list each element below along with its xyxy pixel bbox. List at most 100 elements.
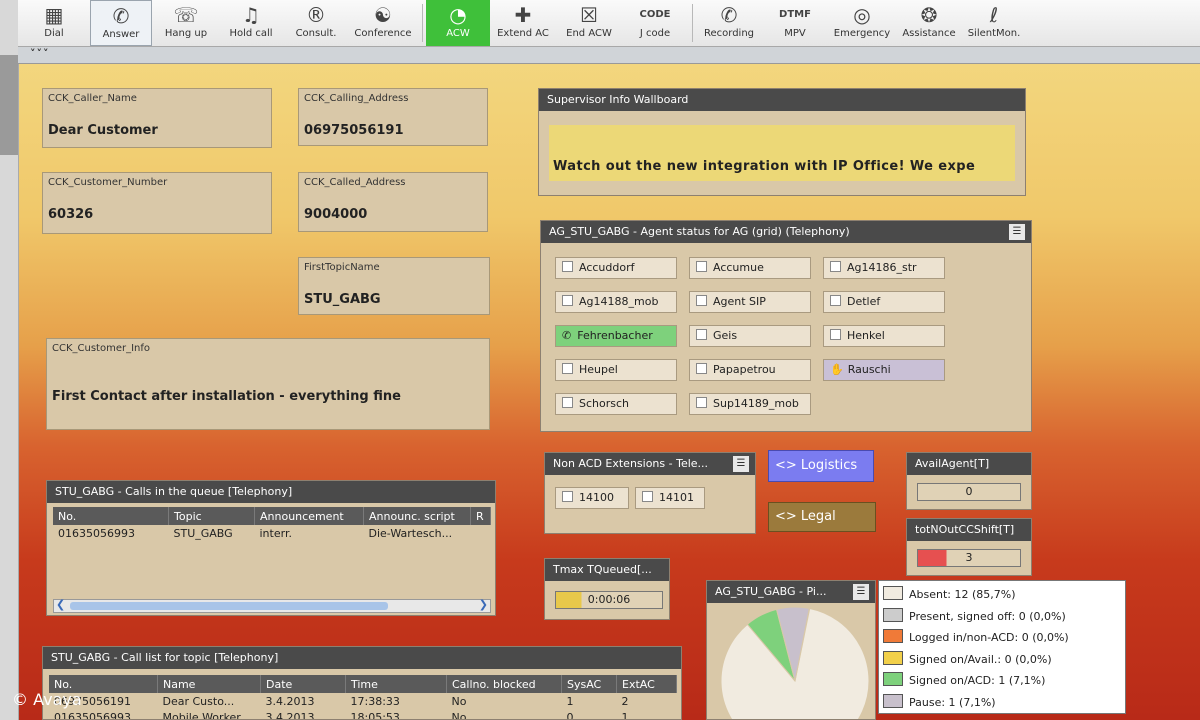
- wallboard-title: Supervisor Info Wallboard: [539, 89, 1025, 111]
- code-icon: CODE: [639, 9, 671, 20]
- calls-in-queue-widget: STU_GABG - Calls in the queue [Telephony…: [46, 480, 496, 616]
- dial-button[interactable]: ▦ Dial: [18, 0, 90, 46]
- agent-henkel[interactable]: Henkel: [823, 325, 945, 347]
- hold-call-button[interactable]: ♫ Hold call: [218, 0, 284, 46]
- non-acd-header: Non ACD Extensions - Tele... ☰: [545, 453, 755, 475]
- conference-button[interactable]: ☯ Conference: [348, 0, 418, 46]
- agent-detlef[interactable]: Detlef: [823, 291, 945, 313]
- avail-agent-widget: AvailAgent[T] 0: [906, 452, 1032, 510]
- left-edge-strip: [0, 0, 19, 720]
- logistics-topic-button[interactable]: <> Logistics: [768, 450, 874, 482]
- col-topic[interactable]: Topic: [168, 507, 255, 525]
- assistance-icon: ❂: [920, 3, 938, 27]
- col-extac[interactable]: ExtAC: [616, 675, 677, 693]
- table-row[interactable]: 01635056993 STU_GABG interr. Die-Wartesc…: [53, 525, 491, 541]
- agent-agent-sip[interactable]: Agent SIP: [689, 291, 811, 313]
- queue-horizontal-scrollbar[interactable]: ❮ ❯: [53, 598, 491, 613]
- absent-status-icon: [696, 261, 707, 272]
- hangup-button[interactable]: ☏ Hang up: [154, 0, 218, 46]
- j-code-button[interactable]: CODE J code: [622, 0, 688, 46]
- scroll-left-icon[interactable]: ❮: [56, 598, 65, 611]
- pause-hand-icon: ✋: [830, 363, 844, 376]
- mpv-button[interactable]: DTMF MPV: [762, 0, 828, 46]
- legend-item-present-signed-off: Present, signed off: 0 (0,0%): [883, 606, 1121, 628]
- absent-status-icon: [642, 491, 653, 502]
- agent-sup14189-mob[interactable]: Sup14189_mob: [689, 393, 811, 415]
- agent-grid-title: AG_STU_GABG - Agent status for AG (grid)…: [549, 225, 850, 238]
- agent-ag14188-mob[interactable]: Ag14188_mob: [555, 291, 677, 313]
- caller-name-field: CCK_Caller_Name Dear Customer: [42, 88, 272, 148]
- agent-rauschi[interactable]: ✋ Rauschi: [823, 359, 945, 381]
- recording-button[interactable]: ✆ Recording: [696, 0, 762, 46]
- agent-papapetrou[interactable]: Papapetrou: [689, 359, 811, 381]
- agent-fehrenbacher[interactable]: ✆ Fehrenbacher: [555, 325, 677, 347]
- extend-ac-button[interactable]: ✚ Extend AC: [490, 0, 556, 46]
- scroll-right-icon[interactable]: ❯: [479, 598, 488, 611]
- agent-schorsch[interactable]: Schorsch: [555, 393, 677, 415]
- customer-number-field: CCK_Customer_Number 60326: [42, 172, 272, 234]
- answer-button[interactable]: ✆ Answer: [90, 0, 152, 46]
- agent-heupel[interactable]: Heupel: [555, 359, 677, 381]
- col-callno-blocked[interactable]: Callno. blocked: [446, 675, 562, 693]
- call-toolbar: ▦ Dial ✆ Answer ☏ Hang up ♫ Hold call ® …: [18, 0, 1200, 47]
- ear-icon: ℓ: [989, 3, 999, 27]
- avail-agent-title: AvailAgent[T]: [907, 453, 1031, 475]
- grid-menu-icon[interactable]: ☰: [853, 584, 869, 600]
- table-row[interactable]: 06975056191 Dear Custo... 3.4.2013 17:38…: [49, 693, 677, 709]
- absent-status-icon: [562, 491, 573, 502]
- pie-chart: [720, 606, 870, 719]
- left-scroll-handle[interactable]: [0, 55, 18, 155]
- col-no[interactable]: No.: [53, 507, 169, 525]
- extension-14100[interactable]: 14100: [555, 487, 629, 509]
- agent-grid-header: AG_STU_GABG - Agent status for AG (grid)…: [541, 221, 1031, 243]
- agent-ag14186-str[interactable]: Ag14186_str: [823, 257, 945, 279]
- consult-button[interactable]: ® Consult.: [284, 0, 348, 46]
- col-r[interactable]: R: [470, 507, 491, 525]
- acw-button[interactable]: ◔ ACW: [426, 0, 490, 46]
- col-time[interactable]: Time: [345, 675, 447, 693]
- queue-table-area: No. Topic Announcement Announc. script R…: [53, 507, 491, 599]
- toolbar-separator: [692, 4, 693, 42]
- col-announc-script[interactable]: Announc. script: [363, 507, 471, 525]
- first-topic-field: FirstTopicName STU_GABG: [298, 257, 490, 315]
- dtmf-icon: DTMF: [779, 9, 811, 20]
- agent-geis[interactable]: Geis: [689, 325, 811, 347]
- avail-agent-gauge: 0: [917, 483, 1021, 501]
- agent-accuddorf[interactable]: Accuddorf: [555, 257, 677, 279]
- legend-item-logged-in-non-acd: Logged in/non-ACD: 0 (0,0%): [883, 627, 1121, 649]
- grid-menu-icon[interactable]: ☰: [733, 456, 749, 472]
- extension-14101[interactable]: 14101: [635, 487, 705, 509]
- legal-topic-button[interactable]: <> Legal: [768, 502, 876, 532]
- toolbar-collapse-bar[interactable]: ˅˅˅: [18, 47, 1200, 64]
- phone-active-icon: ✆: [562, 329, 572, 342]
- legend-swatch: [883, 693, 903, 708]
- emergency-button[interactable]: ◎ Emergency: [828, 0, 896, 46]
- copyright-watermark: © Avaya: [12, 690, 82, 709]
- hangup-icon: ☏: [173, 3, 199, 27]
- extend-ac-icon: ✚: [514, 3, 532, 27]
- silent-monitor-button[interactable]: ℓ SilentMon.: [962, 0, 1026, 46]
- col-announcement[interactable]: Announcement: [254, 507, 364, 525]
- tmax-queued-widget: Tmax TQueued[... 0:00:06: [544, 558, 670, 620]
- lifebuoy-icon: ◎: [853, 3, 871, 27]
- col-date[interactable]: Date: [260, 675, 346, 693]
- called-address-field: CCK_Called_Address 9004000: [298, 172, 488, 232]
- end-acw-button[interactable]: ☒ End ACW: [556, 0, 622, 46]
- legend-item-signed-on-avail: Signed on/Avail.: 0 (0,0%): [883, 649, 1121, 671]
- assistance-button[interactable]: ❂ Assistance: [896, 0, 962, 46]
- agent-status-grid: AG_STU_GABG - Agent status for AG (grid)…: [540, 220, 1032, 432]
- absent-status-icon: [830, 295, 841, 306]
- absent-status-icon: [830, 261, 841, 272]
- call-list-table: No. Name Date Time Callno. blocked SysAC…: [49, 675, 677, 720]
- col-name[interactable]: Name: [157, 675, 261, 693]
- grid-menu-icon[interactable]: ☰: [1009, 224, 1025, 240]
- agent-accumue[interactable]: Accumue: [689, 257, 811, 279]
- tmax-gauge: 0:00:06: [555, 591, 663, 609]
- scroll-thumb[interactable]: [70, 602, 388, 610]
- table-row[interactable]: 01635056993 Mobile Worker 3.4.2013 18:05…: [49, 709, 677, 720]
- col-sysac[interactable]: SysAC: [561, 675, 617, 693]
- recording-icon: ✆: [720, 3, 738, 27]
- legend-swatch: [883, 586, 903, 600]
- queue-header-row: No. Topic Announcement Announc. script R: [53, 507, 491, 525]
- absent-status-icon: [696, 329, 707, 340]
